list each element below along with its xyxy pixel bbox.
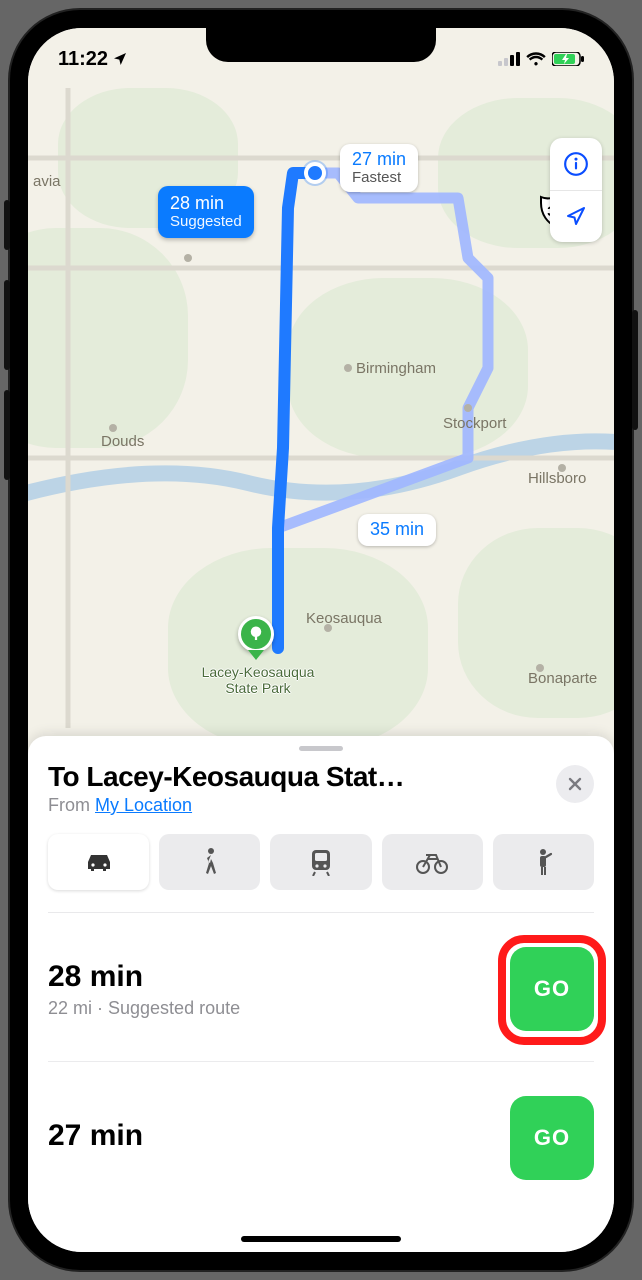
location-arrow-icon [564,204,588,228]
map-canvas[interactable]: avia Birmingham Stockport Douds Hillsbor… [28,28,614,768]
directions-sheet[interactable]: To Lacey-Keosauqua Stat… From My Locatio… [28,736,614,1252]
transport-mode-row [48,834,594,913]
close-button[interactable] [556,765,594,803]
phone-frame: 11:22 [10,10,632,1270]
route-callout-suggested[interactable]: 28 min Suggested [158,186,254,238]
go-button[interactable]: GO [510,1096,594,1180]
callout-time: 27 min [352,149,406,169]
transit-icon [308,848,334,876]
map-info-button[interactable] [550,138,602,190]
screen: 11:22 [28,28,614,1252]
mode-drive[interactable] [48,834,149,890]
recenter-button[interactable] [550,190,602,243]
callout-time: 35 min [370,519,424,539]
route-option-1[interactable]: 28 min 22 mi · Suggested route GO [48,913,594,1062]
map-controls [550,138,602,242]
route-subtitle: 22 mi · Suggested route [48,998,510,1019]
callout-time: 28 min [170,193,224,213]
tree-icon [247,625,265,643]
city-label: Hillsboro [528,470,586,487]
status-time: 11:22 [58,48,108,71]
city-label: Bonaparte [528,670,597,687]
destination-label: Lacey-Keosauqua State Park [178,664,338,696]
from-line: From My Location [48,795,542,816]
route-time: 27 min [48,1119,510,1153]
destination-pin[interactable] [238,616,274,660]
sheet-grabber[interactable] [299,746,343,751]
city-label: Birmingham [356,360,436,377]
from-location-link[interactable]: My Location [95,795,192,815]
bike-icon [415,850,449,874]
destination-title: To Lacey-Keosauqua Stat… [48,761,542,793]
mode-transit[interactable] [270,834,371,890]
mode-bike[interactable] [382,834,483,890]
home-indicator[interactable] [241,1236,401,1242]
city-label: Douds [101,433,144,450]
location-services-icon [112,51,128,67]
route-callout-alt[interactable]: 35 min [358,514,436,546]
city-label: avia [33,173,61,190]
callout-label: Suggested [170,214,242,231]
route-time: 28 min [48,960,510,994]
close-icon [567,776,583,792]
rideshare-icon [533,847,553,877]
info-icon [563,151,589,177]
car-icon [82,850,116,874]
mode-rideshare[interactable] [493,834,594,890]
wifi-icon [526,52,546,66]
callout-label: Fastest [352,170,406,187]
notch [206,28,436,62]
battery-icon [552,52,584,66]
city-label: Keosauqua [306,610,383,627]
route-option-2[interactable]: 27 min GO [48,1062,594,1190]
route-callout-fastest[interactable]: 27 min Fastest [340,144,418,192]
walk-icon [200,847,220,877]
go-button[interactable]: GO [510,947,594,1031]
city-label: Stockport [443,415,507,432]
cellular-icon [498,52,520,66]
current-location-dot [304,162,326,184]
mode-walk[interactable] [159,834,260,890]
